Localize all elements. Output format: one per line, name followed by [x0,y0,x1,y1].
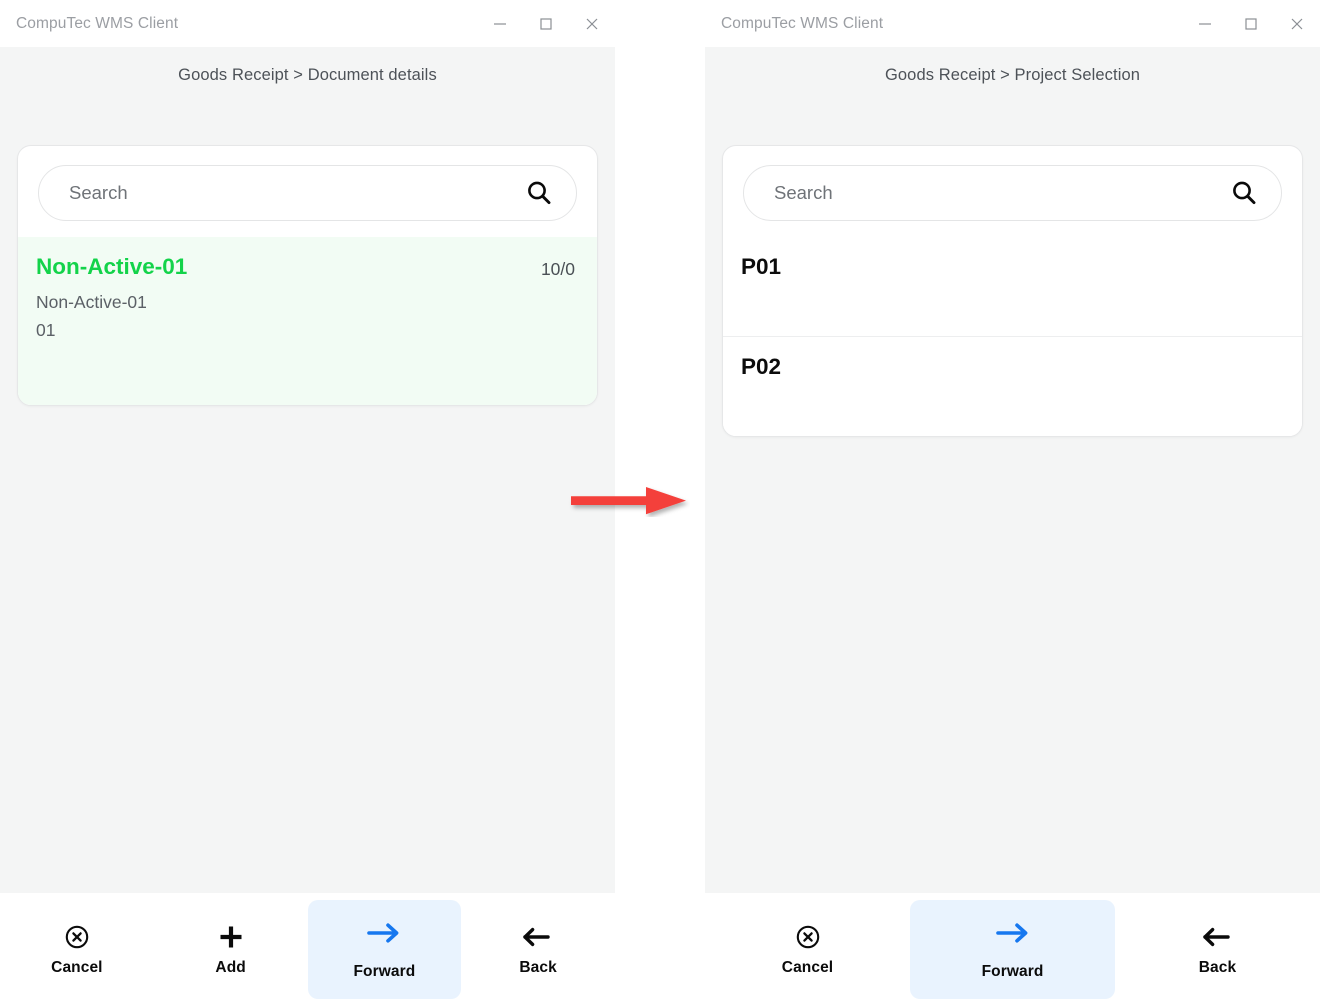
search-box[interactable] [38,165,577,221]
list-item-title: Non-Active-01 [36,254,188,279]
list-item-padding [741,280,1280,316]
forward-button-label: Forward [353,963,416,980]
close-button[interactable] [1274,0,1320,47]
breadcrumb: Goods Receipt > Document details [178,66,437,84]
project-selection-card: P01 P02 [722,145,1303,437]
window-right: CompuTec WMS Client Goods Receipt > Proj… [705,0,1320,999]
back-button[interactable]: Back [461,900,615,999]
list-item[interactable]: P02 [723,335,1302,436]
forward-button-label: Forward [981,963,1044,980]
arrow-right-icon [364,918,404,948]
window-left: CompuTec WMS Client Goods Receipt > Docu… [0,0,615,999]
list-item-padding [36,345,575,385]
window-title: CompuTec WMS Client [721,14,884,32]
list-item-padding [741,380,1280,416]
breadcrumb: Goods Receipt > Project Selection [884,66,1141,84]
list-item-count: 10/0 [540,259,575,279]
cancel-button[interactable]: Cancel [0,900,154,999]
search-wrapper [723,146,1302,237]
toolbar-right: Cancel Forward Back [705,893,1320,999]
list-item[interactable]: Non-Active-01 10/0 Non-Active-01 01 [18,237,597,405]
screenshot-root: CompuTec WMS Client Goods Receipt > Docu… [0,0,1320,999]
window-controls [1182,0,1320,47]
cancel-button-label: Cancel [51,959,103,976]
titlebar-right: CompuTec WMS Client [705,0,1320,47]
list-item-header: P02 [741,353,1280,380]
toolbar-left: Cancel Add Forward Back [0,893,615,999]
minimize-button[interactable] [477,0,523,47]
content-left: Goods Receipt > Document details Search … [0,47,615,893]
search-box[interactable] [743,165,1282,221]
maximize-button[interactable] [1228,0,1274,47]
back-button[interactable]: Back [1115,900,1320,999]
search-wrapper [18,146,597,237]
search-icon[interactable] [524,178,554,208]
cancel-circle-icon [64,922,90,952]
list-item-title: P01 [741,254,782,279]
search-input[interactable] [774,182,1229,204]
list-item-title: P02 [741,353,782,379]
cancel-circle-icon [795,922,821,952]
content-right: Goods Receipt > Project Selection Search… [705,47,1320,893]
minimize-button[interactable] [1182,0,1228,47]
list-item-header: Non-Active-01 10/0 [36,254,575,280]
back-button-label: Back [1198,959,1237,976]
add-button-label: Add [215,959,246,976]
arrow-left-icon [1200,922,1236,952]
forward-button[interactable]: Forward [307,900,462,999]
list-item-subtitle-2: 01 [36,320,56,341]
forward-button[interactable]: Forward [910,900,1115,999]
document-list: Non-Active-01 10/0 Non-Active-01 01 [18,237,597,405]
close-button[interactable] [569,0,615,47]
window-title: CompuTec WMS Client [16,14,179,32]
project-list: P01 P02 [723,237,1302,436]
cancel-button[interactable]: Cancel [705,900,910,999]
search-input[interactable] [69,182,524,204]
titlebar-left: CompuTec WMS Client [0,0,615,47]
list-item-subtitle-1: Non-Active-01 [36,292,147,312]
plus-icon [217,922,245,952]
list-item[interactable]: P01 [723,237,1302,336]
add-button[interactable]: Add [154,900,308,999]
window-controls [477,0,615,47]
maximize-button[interactable] [523,0,569,47]
cancel-button-label: Cancel [781,959,834,976]
document-details-card: Non-Active-01 10/0 Non-Active-01 01 [17,145,598,406]
arrow-right-icon [993,918,1033,948]
search-icon[interactable] [1229,178,1259,208]
arrow-left-icon [520,922,556,952]
back-button-label: Back [519,959,557,976]
list-item-header: P01 [741,254,1280,280]
